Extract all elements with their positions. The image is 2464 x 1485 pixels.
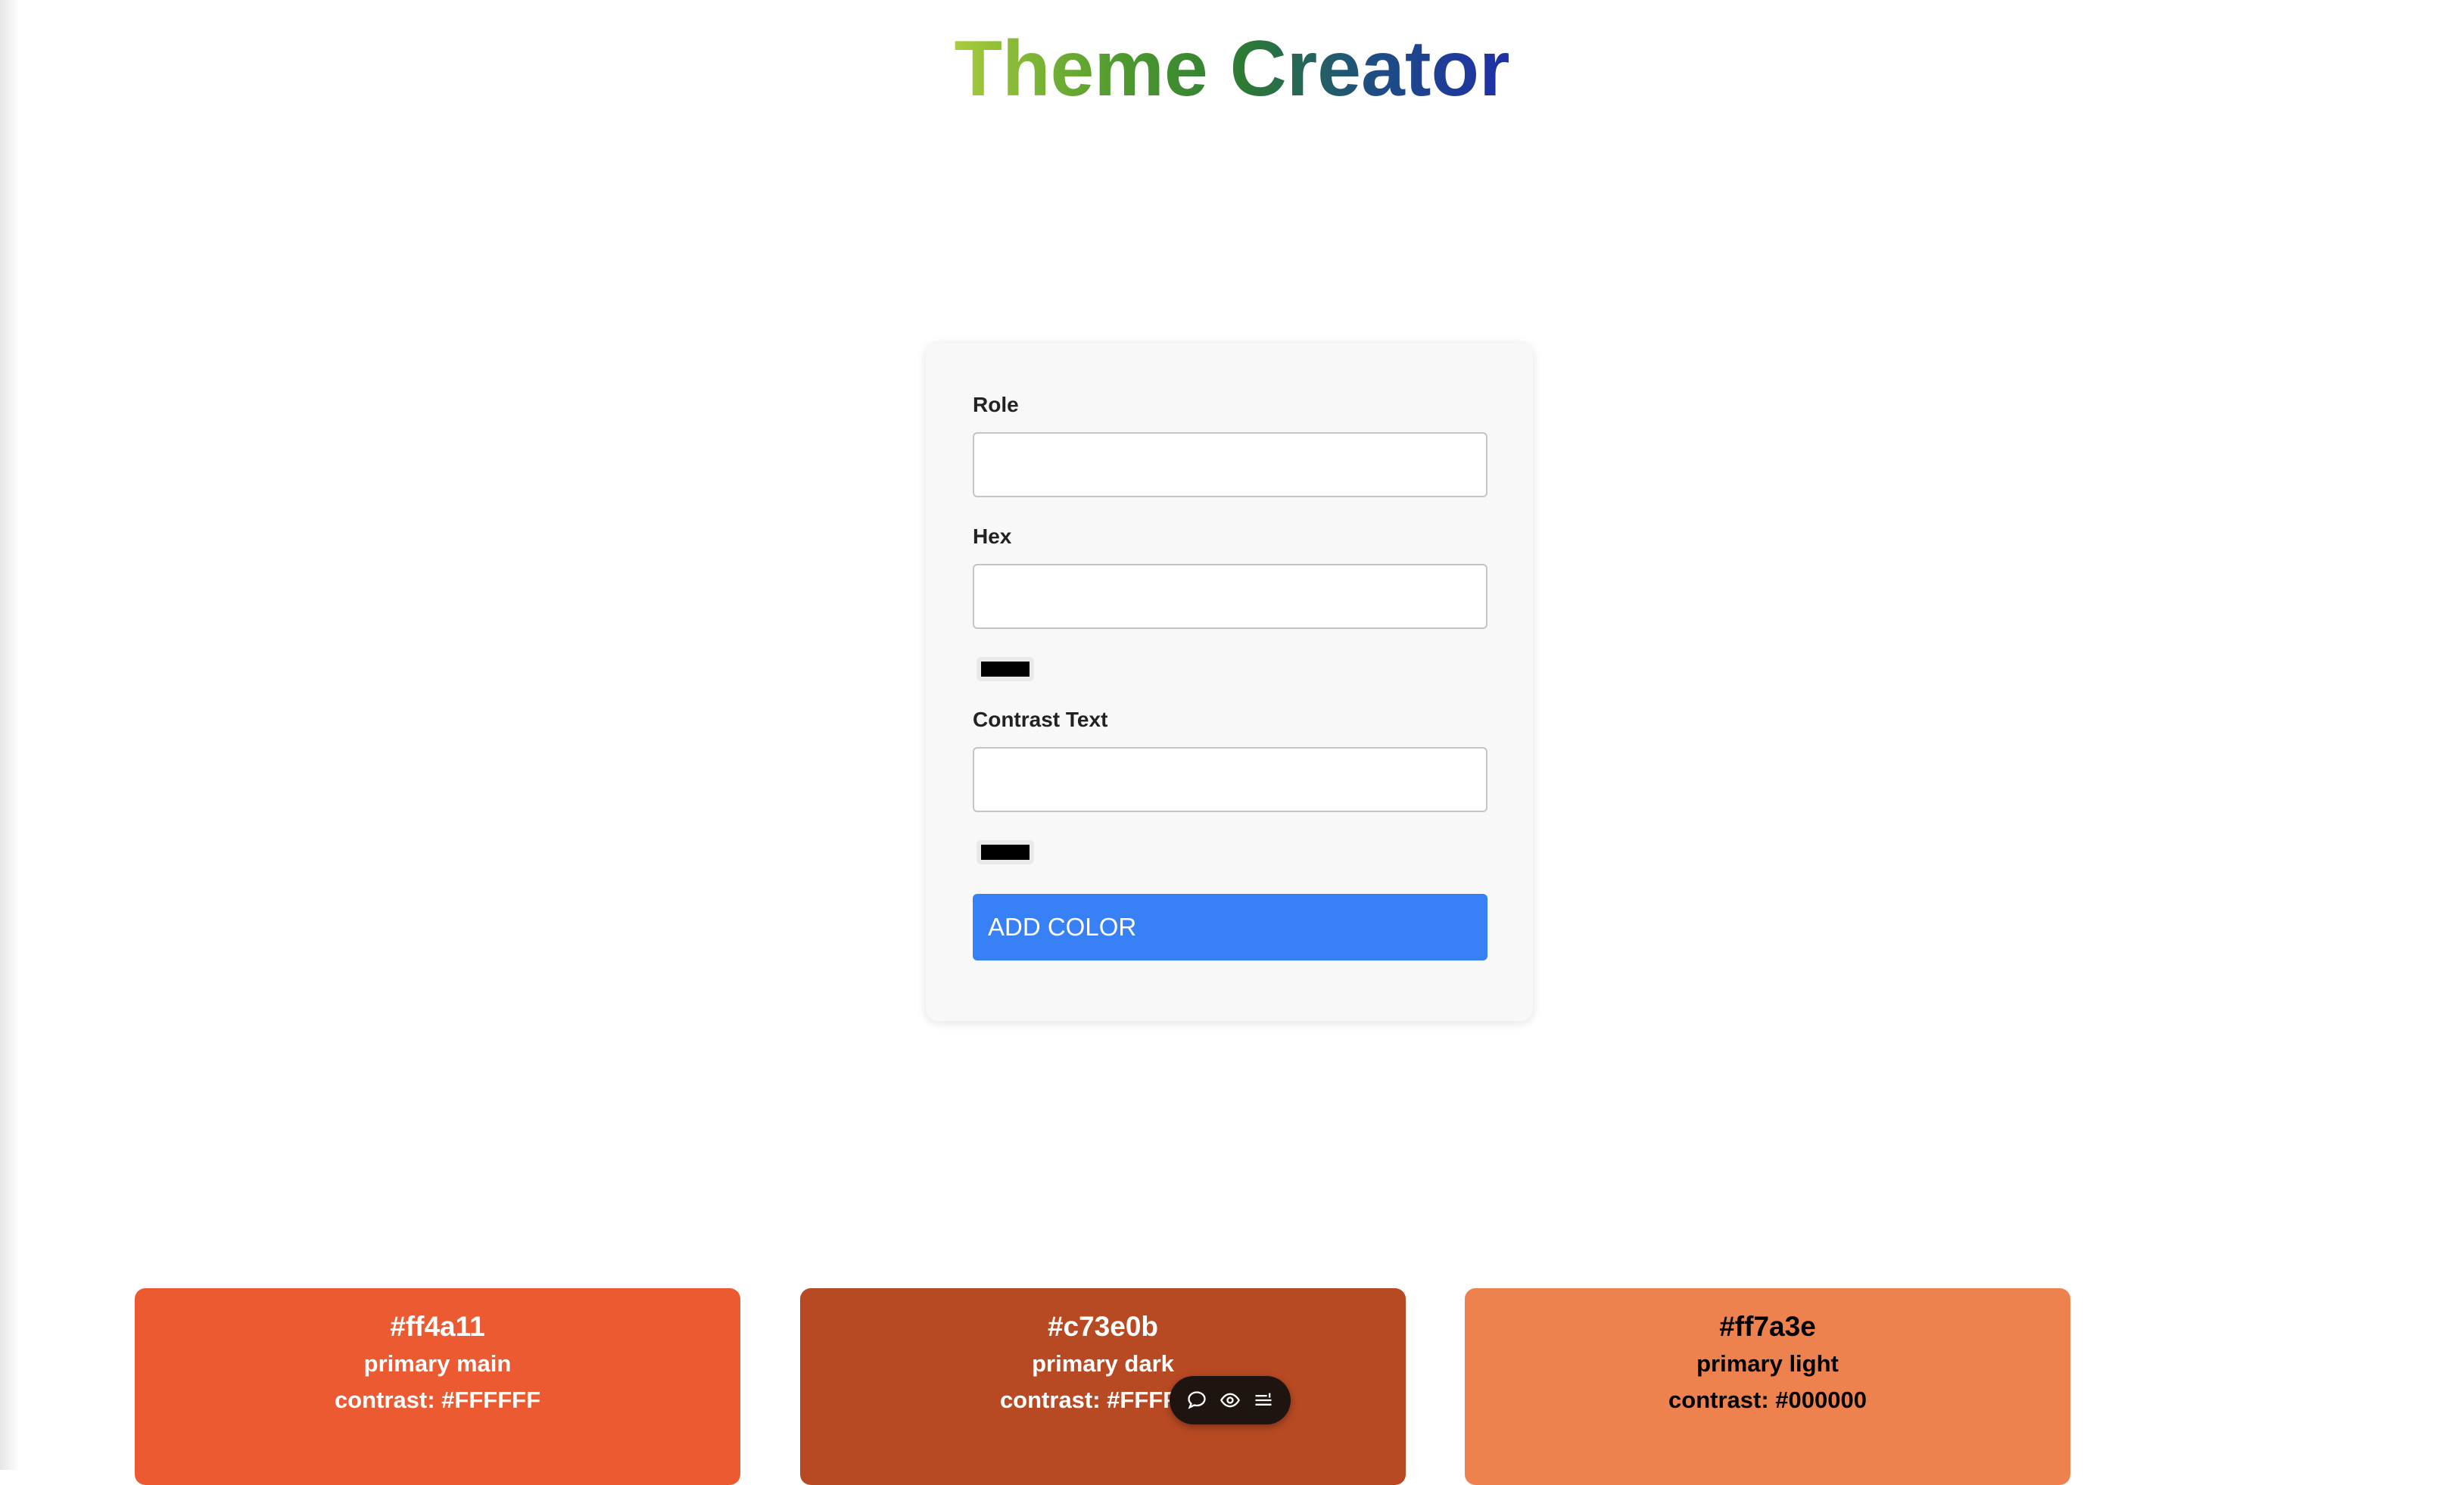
color-role: primary main <box>363 1350 512 1377</box>
contrast-text-input[interactable] <box>973 747 1487 812</box>
role-input[interactable] <box>973 432 1487 497</box>
color-contrast: contrast: #000000 <box>1668 1387 1867 1413</box>
add-color-button[interactable]: ADD COLOR <box>973 894 1487 960</box>
color-contrast: contrast: #FFFFFF <box>334 1387 541 1413</box>
add-color-form: Role Hex Contrast Text ADD COLOR <box>926 343 1533 1021</box>
color-card[interactable]: #ff4a11 primary main contrast: #FFFFFF <box>135 1288 740 1485</box>
page-title: Theme Creator <box>954 25 1510 113</box>
eye-icon[interactable] <box>1219 1389 1241 1412</box>
floating-toolbar <box>1170 1376 1291 1424</box>
color-card[interactable]: #ff7a3e primary light contrast: #000000 <box>1465 1288 2070 1485</box>
color-hex: #ff4a11 <box>390 1311 485 1342</box>
color-hex: #c73e0b <box>1047 1311 1159 1342</box>
role-label: Role <box>973 393 1019 416</box>
color-role: primary dark <box>1032 1350 1174 1377</box>
color-role: primary light <box>1696 1350 1839 1377</box>
menu-list-icon[interactable] <box>1252 1389 1275 1412</box>
color-card[interactable]: #c73e0b primary dark contrast: #FFFFFF <box>800 1288 1406 1485</box>
hex-label: Hex <box>973 525 1012 548</box>
contrast-color-picker[interactable] <box>977 840 1034 864</box>
contrast-text-label: Contrast Text <box>973 708 1108 731</box>
color-hex: #ff7a3e <box>1719 1311 1816 1342</box>
hex-color-picker[interactable] <box>977 657 1034 681</box>
color-contrast: contrast: #FFFFFF <box>999 1387 1207 1413</box>
comment-icon[interactable] <box>1185 1389 1208 1412</box>
hex-input[interactable] <box>973 564 1487 629</box>
window-edge-shadow <box>0 0 20 1470</box>
